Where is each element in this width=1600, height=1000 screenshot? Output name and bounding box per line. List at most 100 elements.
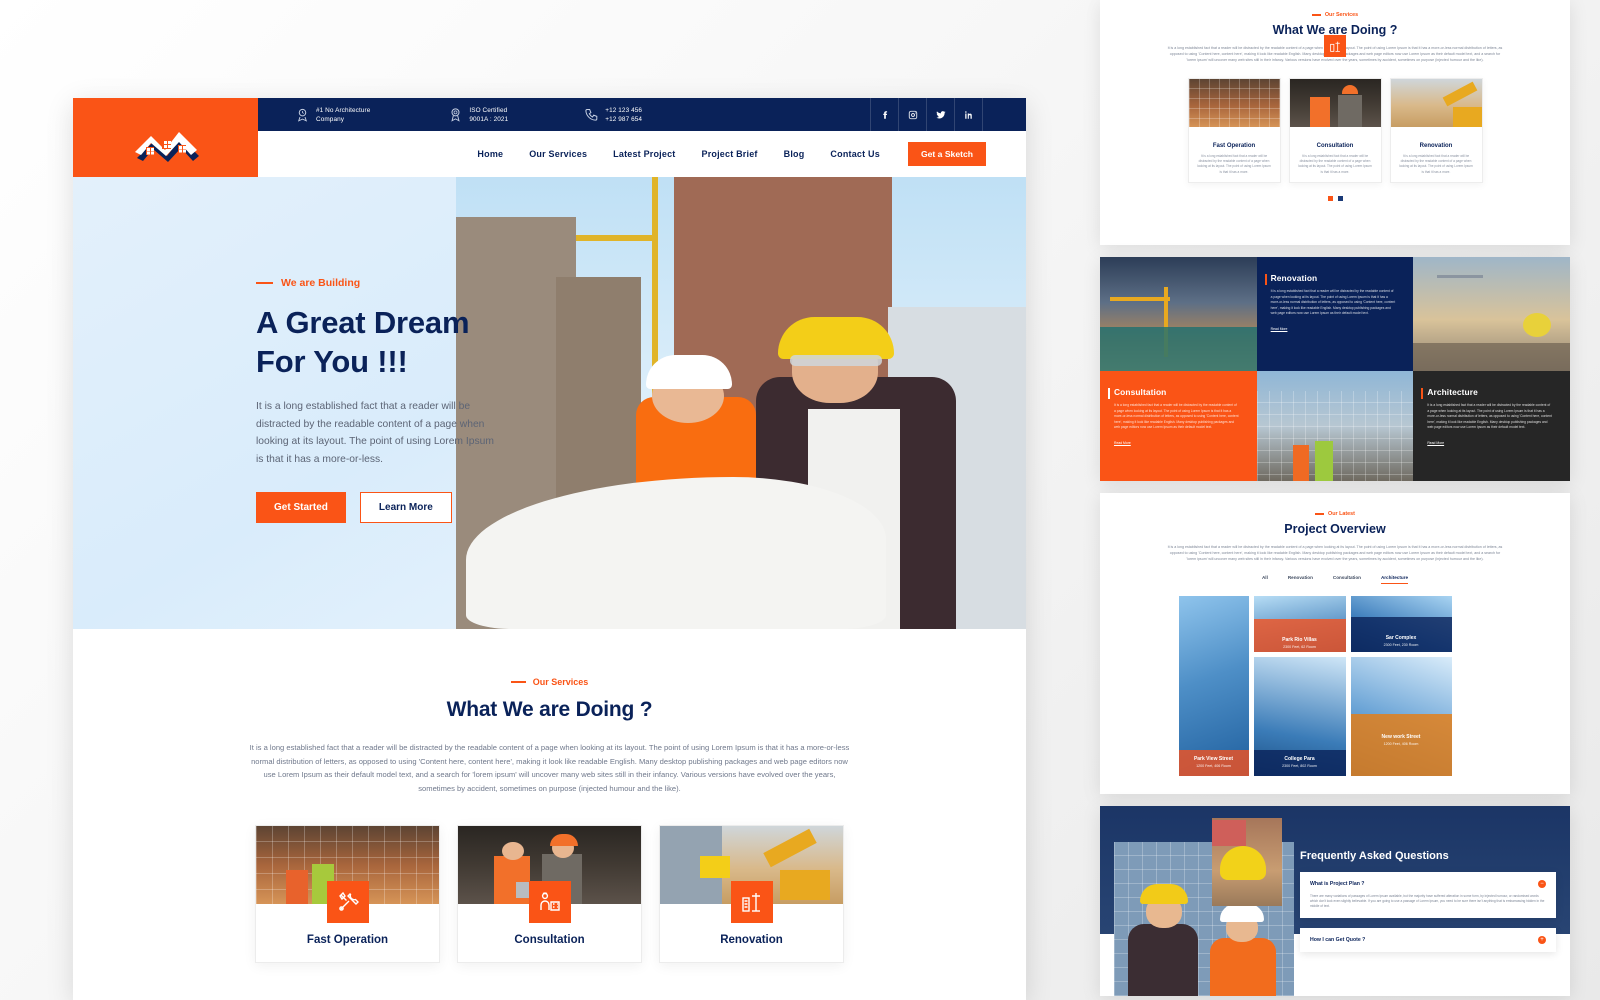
faq-item-open[interactable]: What is Project Plan ? − There are many … — [1300, 871, 1556, 918]
house-roof-logo-icon — [134, 131, 199, 162]
mini-card-body: It is a long established fact that a rea… — [1197, 153, 1271, 174]
get-started-button[interactable]: Get Started — [256, 492, 346, 523]
info-line-2: 9001A : 2021 — [469, 115, 509, 123]
projects-eyebrow-label: Our Latest — [1328, 511, 1355, 517]
faq-question-row[interactable]: What is Project Plan ? − — [1310, 879, 1546, 888]
carousel-dot-2[interactable] — [1337, 196, 1343, 202]
plus-icon[interactable]: + — [1538, 935, 1546, 944]
mini-service-card-consultation[interactable]: Consultation It is a long established fa… — [1288, 35, 1382, 184]
twitter-icon[interactable] — [926, 98, 954, 131]
read-more-link[interactable]: Read More — [1271, 327, 1288, 331]
get-a-sketch-button[interactable]: Get a Sketch — [907, 142, 986, 166]
project-meta: 1200 Feet, 406 Room — [1383, 741, 1419, 746]
preview-services-panel: Our Services What We are Doing ? It is a… — [1100, 0, 1570, 245]
worker-consult-icon — [528, 881, 571, 924]
mini-card-image — [1390, 78, 1482, 127]
project-name: Park View Street — [1193, 755, 1234, 762]
hero-eyebrow: We are Building — [256, 277, 506, 289]
award-icon — [297, 108, 308, 122]
project-name: Park Rio Villas — [1282, 637, 1317, 644]
mini-service-card-renovation[interactable]: Renovation It is a long established fact… — [1324, 35, 1483, 184]
faq-photo-helmet — [1212, 817, 1282, 906]
carousel-dots — [1100, 196, 1570, 202]
faq-question-row[interactable]: How I can Get Quote ? + — [1310, 935, 1546, 944]
mini-service-card-fast-operation[interactable]: Fast Operation It is a long established … — [1187, 35, 1346, 184]
read-more-link[interactable]: Read More — [1427, 441, 1444, 445]
tab-architecture[interactable]: Architecture — [1380, 575, 1409, 584]
site-logo[interactable] — [73, 98, 258, 177]
feature-tile-body: It is a long established fact that a rea… — [1427, 403, 1552, 430]
hero-title-line-2: For You !!! — [256, 344, 408, 379]
project-card-new-work-street[interactable]: New work Street 1200 Feet, 406 Room — [1350, 656, 1452, 776]
feature-tile-consultation[interactable]: Consultation It is a long established fa… — [1100, 371, 1257, 481]
mini-card-body: It is a long established fact that a rea… — [1399, 153, 1473, 174]
info-line-1: +12 123 456 — [605, 106, 643, 114]
services-eyebrow: Our Services — [73, 677, 1026, 687]
feature-tile-photo-scaffolding — [1256, 371, 1414, 481]
project-label: Park Rio Villas 2300 Feet, 62 Room — [1253, 619, 1346, 652]
service-card-consultation[interactable]: Consultation — [457, 825, 642, 964]
phone-icon — [585, 109, 598, 121]
feature-tile-title: Architecture — [1427, 387, 1478, 397]
mini-service-cards: Fast Operation It is a long established … — [1100, 35, 1570, 184]
mini-services-eyebrow-label: Our Services — [1324, 12, 1359, 18]
learn-more-button[interactable]: Learn More — [359, 492, 452, 523]
feature-tile-architecture[interactable]: Architecture It is a long established fa… — [1413, 371, 1570, 481]
social-spacer — [982, 98, 1026, 131]
hero-section: We are Building A Great Dream For You !!… — [73, 177, 1026, 629]
minus-icon[interactable]: − — [1538, 879, 1546, 888]
nav-item-project-brief[interactable]: Project Brief — [702, 149, 758, 159]
mini-services-eyebrow: Our Services — [1100, 12, 1570, 18]
mini-card-image — [1188, 78, 1280, 127]
project-card-sar-complex[interactable]: Sar Complex 2300 Feet, 230 Room — [1350, 595, 1452, 652]
project-card-park-view-street[interactable]: Park View Street 1200 Feet, 406 Room — [1178, 595, 1249, 776]
service-card-renovation[interactable]: Renovation — [659, 825, 844, 964]
mini-card-title: Consultation — [1316, 142, 1354, 149]
projects-eyebrow: Our Latest — [1100, 511, 1570, 517]
tab-all[interactable]: All — [1262, 575, 1268, 584]
project-name: New work Street — [1381, 733, 1421, 740]
tab-consultation[interactable]: Consultation — [1333, 575, 1361, 584]
linkedin-icon[interactable] — [954, 98, 982, 131]
service-card-title: Fast Operation — [306, 934, 389, 947]
preview-projects-panel: Our Latest Project Overview It is a long… — [1100, 493, 1570, 794]
preview-feature-grid-panel: Renovation It is a long established fact… — [1100, 257, 1570, 481]
service-card-fast-operation[interactable]: Fast Operation — [255, 825, 440, 964]
hero-buttons: Get Started Learn More — [256, 492, 506, 523]
nav-item-home[interactable]: Home — [477, 149, 503, 159]
info-item-phone[interactable]: +12 123 456 +12 987 654 — [584, 106, 642, 124]
nav-item-contact-us[interactable]: Contact Us — [830, 149, 880, 159]
feature-tile-photo-cranes — [1100, 257, 1257, 371]
main-navigation: Home Our Services Latest Project Project… — [258, 131, 1026, 177]
nav-item-our-services[interactable]: Our Services — [529, 149, 587, 159]
feature-tile-renovation[interactable]: Renovation It is a long established fact… — [1256, 257, 1414, 371]
info-line-2: Company — [316, 115, 345, 123]
services-paragraph: It is a long established fact that a rea… — [249, 743, 850, 793]
eyebrow-dash-icon — [510, 681, 526, 683]
eyebrow-dash-icon — [1315, 513, 1325, 515]
read-more-link[interactable]: Read More — [1114, 441, 1131, 445]
nav-item-blog[interactable]: Blog — [784, 149, 805, 159]
tools-icon — [326, 881, 369, 924]
info-line-1: ISO Certified — [469, 106, 508, 114]
instagram-icon[interactable] — [898, 98, 926, 131]
services-eyebrow-label: Our Services — [532, 677, 589, 687]
nav-item-latest-project[interactable]: Latest Project — [613, 149, 675, 159]
project-card-park-rio-villas[interactable]: Park Rio Villas 2300 Feet, 62 Room — [1253, 595, 1346, 652]
faq-item-collapsed[interactable]: How I can Get Quote ? + — [1300, 927, 1556, 952]
preview-faq-panel: Frequently Asked Questions What is Proje… — [1100, 805, 1570, 996]
service-card-title: Consultation — [514, 934, 585, 947]
facebook-icon[interactable] — [870, 98, 898, 131]
project-name: College Para — [1284, 755, 1315, 762]
feature-tile-title: Renovation — [1270, 273, 1318, 283]
project-grid: Park View Street 1200 Feet, 406 Room Par… — [1178, 595, 1492, 776]
project-meta: 1200 Feet, 406 Room — [1196, 763, 1231, 768]
service-cards: Fast Operation Consultation Renovation — [73, 825, 1026, 964]
faq-content: Frequently Asked Questions What is Proje… — [1300, 850, 1556, 952]
info-line-1: #1 No Architecture — [316, 106, 371, 114]
services-section: Our Services What We are Doing ? It is a… — [73, 629, 1026, 964]
tab-renovation[interactable]: Renovation — [1288, 575, 1313, 584]
project-card-college-para[interactable]: College Para 2300 Feet, 802 Room — [1253, 656, 1346, 776]
carousel-dot-1[interactable] — [1327, 196, 1333, 202]
faq-title: Frequently Asked Questions — [1300, 849, 1449, 862]
